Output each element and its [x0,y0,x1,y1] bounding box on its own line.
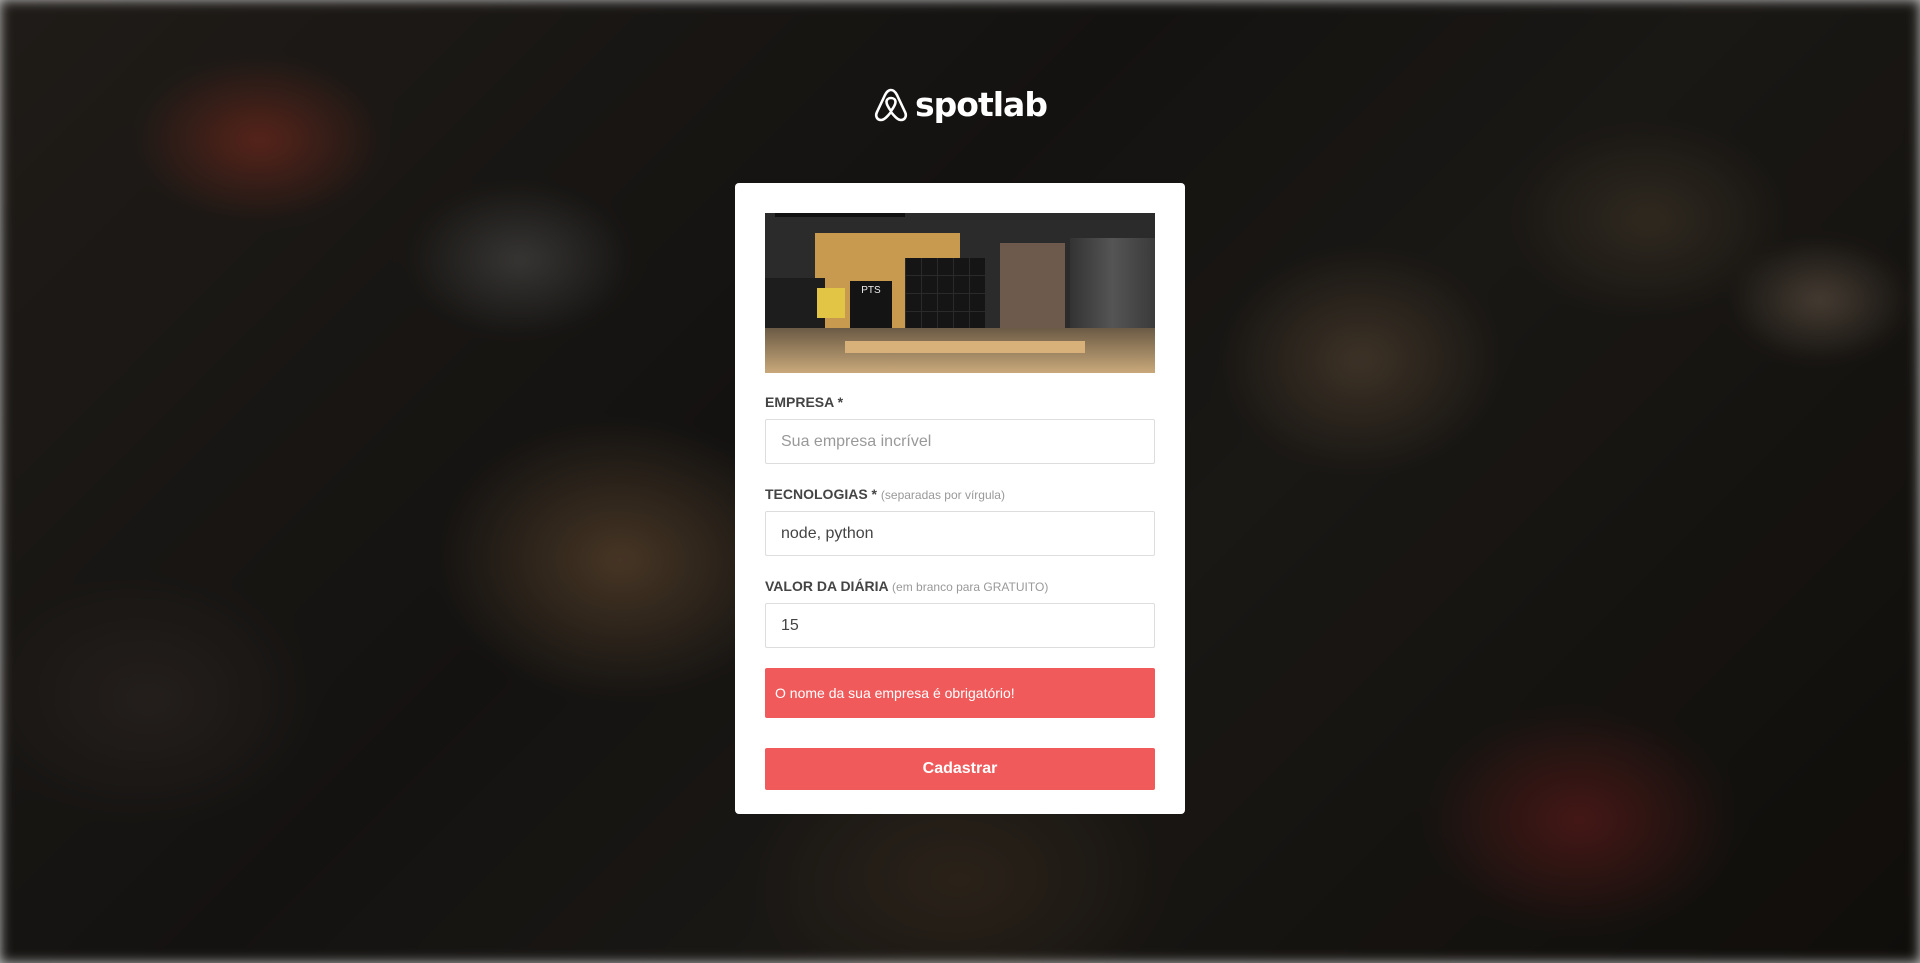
form-card: PTS EMPRESA * TECNOLOGIAS * (separadas p… [735,183,1185,814]
error-message: O nome da sua empresa é obrigatório! [765,668,1155,718]
price-input[interactable] [765,603,1155,648]
price-label-text: VALOR DA DIÁRIA [765,578,889,594]
technologies-label: TECNOLOGIAS * (separadas por vírgula) [765,485,1155,503]
technologies-input[interactable] [765,511,1155,556]
desk [845,341,1085,353]
yellow-note [817,288,845,318]
technologies-hint: (separadas por vírgula) [880,488,1005,502]
price-hint: (em branco para GRATUITO) [892,580,1049,594]
brand-name: spotlab [915,84,1048,124]
airbnb-logo-icon [874,88,908,122]
technologies-label-text: TECNOLOGIAS * [765,486,878,502]
submit-button[interactable]: Cadastrar [765,748,1155,790]
pts-panel: PTS [850,281,892,331]
coworking-photo: PTS [765,213,1155,373]
company-input[interactable] [765,419,1155,464]
company-label-text: EMPRESA * [765,394,844,410]
company-label: EMPRESA * [765,393,1155,411]
brand-logo: spotlab [0,84,1920,124]
price-label: VALOR DA DIÁRIA (em branco para GRATUITO… [765,577,1155,595]
ceiling-light-rail [775,213,905,217]
